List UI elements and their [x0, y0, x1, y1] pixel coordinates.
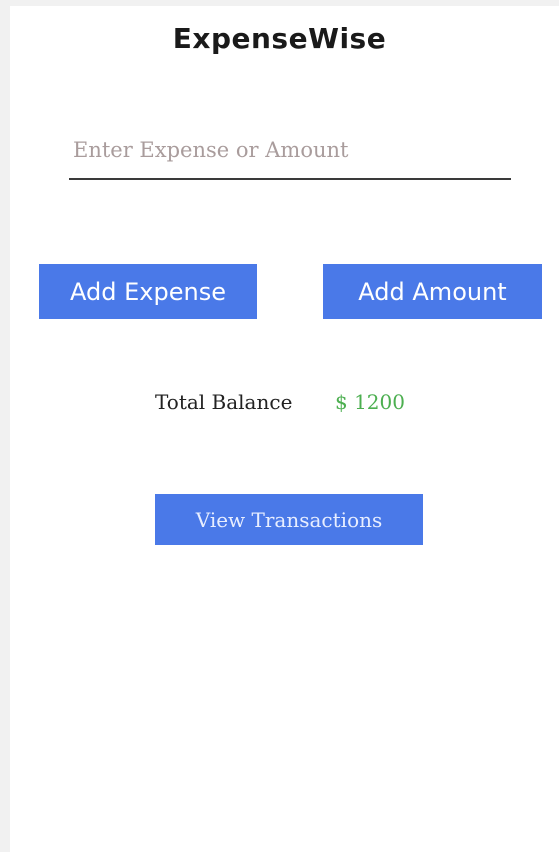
expense-amount-input[interactable] [69, 128, 515, 172]
app-title: ExpenseWise [172, 22, 387, 55]
view-transactions-button[interactable]: View Transactions [155, 494, 423, 545]
total-balance-value: $ 1200 [335, 390, 405, 414]
expense-input-container [69, 128, 515, 180]
add-amount-button[interactable]: Add Amount [323, 264, 542, 319]
total-balance-label: Total Balance [155, 390, 293, 414]
add-expense-button[interactable]: Add Expense [39, 264, 257, 319]
